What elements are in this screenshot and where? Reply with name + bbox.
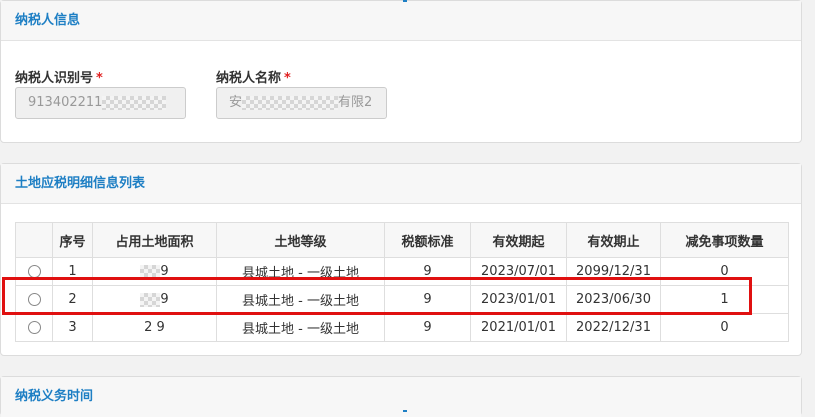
area-value: 9 (160, 264, 169, 279)
row-select-cell (15, 313, 53, 342)
taxpayer-id-field: 纳税人识别号 * 913402211 (15, 67, 186, 119)
taxpayer-name-input[interactable]: 安 有限2 (216, 87, 387, 119)
grade-cell: 县城土地 - 一级土地 (216, 313, 385, 342)
seq-cell: 2 (52, 285, 93, 314)
column-header-seq: 序号 (52, 222, 93, 258)
seq-cell: 3 (52, 313, 93, 342)
column-header-select (15, 222, 53, 258)
required-mark: * (284, 71, 291, 86)
start-date-cell: 2023/07/01 (470, 257, 567, 286)
row-radio[interactable] (27, 293, 41, 306)
column-header-grade: 土地等级 (216, 222, 385, 258)
start-date-cell: 2021/01/01 (470, 313, 567, 342)
masked-text (140, 292, 161, 307)
grade-cell: 县城土地 - 一级土地 (216, 285, 385, 314)
table-row[interactable]: 1 9 县城土地 - 一级土地 9 2023/07/01 2099/12/31 … (15, 257, 789, 286)
column-header-area: 占用土地面积 (92, 222, 217, 258)
taxpayer-name-prefix: 安 (229, 95, 243, 110)
row-select-cell (15, 257, 53, 286)
taxpayer-info-panel: 纳税人信息 纳税人识别号 * 913402211 纳税人名称 * 安有限2 (0, 0, 802, 143)
taxpayer-id-label: 纳税人识别号 (15, 71, 94, 86)
end-date-cell: 2023/06/30 (566, 285, 661, 314)
end-date-cell: 2022/12/31 (566, 313, 661, 342)
rate-cell: 9 (384, 285, 471, 314)
rate-cell: 9 (384, 313, 471, 342)
taxpayer-name-label: 纳税人名称 (216, 71, 282, 86)
taxpayer-name-field: 纳税人名称 * 安 有限2 (216, 67, 387, 119)
area-cell: 9 (92, 285, 217, 314)
exemption-count-cell: 0 (660, 257, 789, 286)
required-mark: * (96, 71, 103, 86)
start-date-cell: 2023/01/01 (470, 285, 567, 314)
table-header-row: 序号 占用土地面积 土地等级 税额标准 有效期起 有效期止 减免事项数量 (15, 222, 789, 258)
taxpayer-name-suffix: 有限2 (338, 95, 373, 110)
table-row[interactable]: 2 9 县城土地 - 一级土地 9 2023/01/01 2023/06/30 … (15, 285, 789, 314)
rate-cell: 9 (384, 257, 471, 286)
exemption-count-cell: 0 (660, 313, 789, 342)
column-header-end: 有效期止 (566, 222, 661, 258)
exemption-count-cell: 1 (660, 285, 789, 314)
end-date-cell: 2099/12/31 (566, 257, 661, 286)
grade-cell: 县城土地 - 一级土地 (216, 257, 385, 286)
area-cell: 2 9 (92, 313, 217, 342)
masked-text (242, 95, 339, 110)
masked-text (102, 95, 167, 110)
column-header-exemption-count: 减免事项数量 (660, 222, 789, 258)
masked-text (140, 264, 161, 279)
land-tax-table: 序号 占用土地面积 土地等级 税额标准 有效期起 有效期止 减免事项数量 1 9… (15, 222, 789, 342)
table-row[interactable]: 3 2 9 县城土地 - 一级土地 9 2021/01/01 2022/12/3… (15, 313, 789, 342)
taxpayer-id-value: 913402211 (28, 95, 103, 110)
area-value: 2 9 (144, 320, 165, 335)
land-tax-list-panel: 土地应税明细信息列表 序号 占用土地面积 土地等级 税额标准 有效期起 有效期止… (0, 163, 802, 356)
taxpayer-info-title: 纳税人信息 (1, 1, 801, 41)
taxpayer-id-input[interactable]: 913402211 (15, 87, 186, 119)
land-list-title: 土地应税明细信息列表 (1, 164, 801, 204)
row-radio[interactable] (27, 265, 41, 278)
area-cell: 9 (92, 257, 217, 286)
row-radio[interactable] (27, 321, 41, 334)
column-header-rate: 税额标准 (384, 222, 471, 258)
area-value: 9 (160, 292, 169, 307)
column-header-start: 有效期起 (470, 222, 567, 258)
tax-obligation-panel: 纳税义务时间 (0, 376, 802, 417)
edge-marker (403, 0, 407, 2)
tax-obligation-title: 纳税义务时间 (1, 377, 801, 417)
seq-cell: 1 (52, 257, 93, 286)
row-select-cell (15, 285, 53, 314)
